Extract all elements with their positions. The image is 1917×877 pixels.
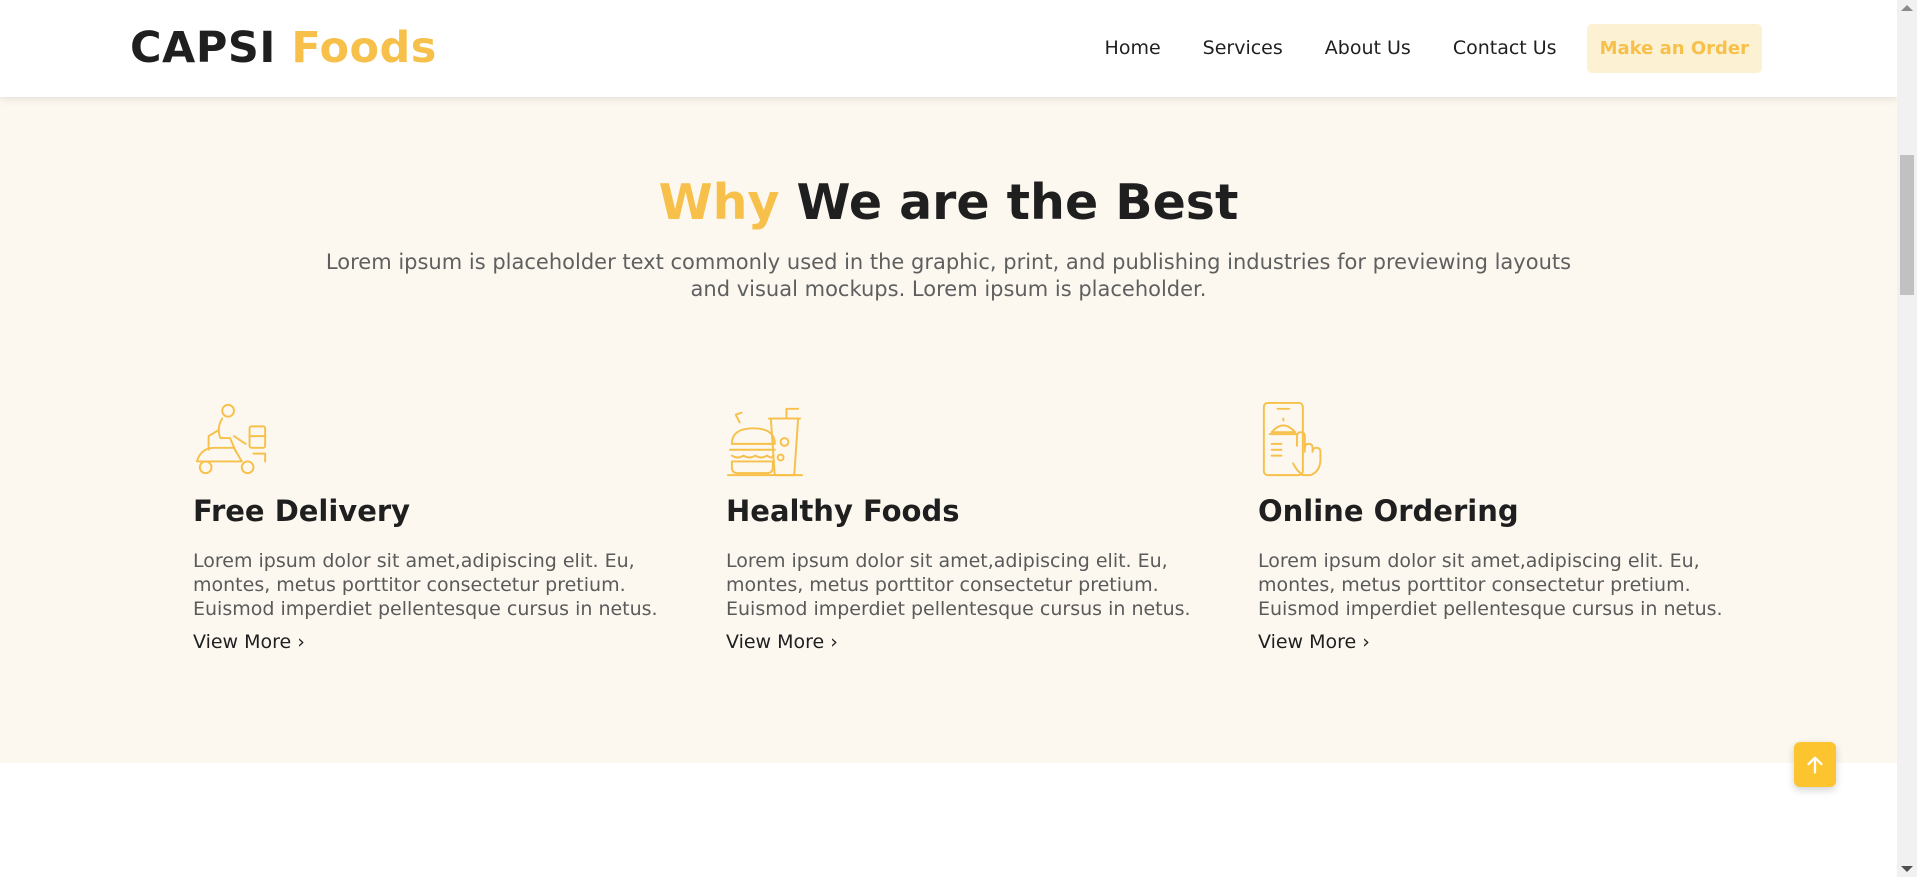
feature-card-healthy-foods: Healthy Foods Lorem ipsum dolor sit amet… — [726, 401, 1196, 653]
scroll-up-arrow-icon[interactable] — [1901, 5, 1913, 11]
feature-title: Healthy Foods — [726, 494, 960, 528]
section-title-rest: We are the Best — [796, 174, 1239, 231]
view-more-link[interactable]: View More › — [726, 631, 838, 653]
view-more-label: View More — [1258, 631, 1357, 653]
arrow-up-icon — [1807, 756, 1823, 773]
feature-card-online-ordering: Online Ordering Lorem ipsum dolor sit am… — [1258, 401, 1728, 653]
why-best-section: Why We are the Best Lorem ipsum is place… — [0, 97, 1897, 763]
view-more-link[interactable]: View More › — [193, 631, 305, 653]
brand-name: CAPSI — [130, 23, 276, 73]
page-scrollbar[interactable] — [1897, 0, 1917, 877]
nav-home[interactable]: Home — [1105, 37, 1161, 59]
nav-about-us[interactable]: About Us — [1325, 37, 1411, 59]
chevron-right-icon: › — [297, 631, 305, 653]
feature-text: Lorem ipsum dolor sit amet,adipiscing el… — [1258, 550, 1723, 620]
page: CAPSI Foods Home Services About Us Conta… — [0, 0, 1897, 877]
feature-text: Lorem ipsum dolor sit amet,adipiscing el… — [193, 550, 658, 620]
scrollbar-thumb[interactable] — [1900, 155, 1914, 295]
make-order-button[interactable]: Make an Order — [1586, 23, 1762, 73]
back-to-top-button[interactable] — [1794, 742, 1836, 787]
nav-services[interactable]: Services — [1203, 37, 1283, 59]
phone-order-icon — [1262, 401, 1322, 477]
view-more-label: View More — [193, 631, 292, 653]
view-more-label: View More — [726, 631, 825, 653]
feature-card-free-delivery: Free Delivery Lorem ipsum dolor sit amet… — [193, 401, 663, 653]
brand-logo[interactable]: CAPSI Foods — [130, 22, 437, 74]
view-more-link[interactable]: View More › — [1258, 631, 1370, 653]
section-title: Why We are the Best — [0, 173, 1897, 233]
main-nav: Home Services About Us Contact Us Make a… — [1063, 22, 1762, 74]
delivery-scooter-icon — [195, 403, 267, 475]
section-title-accent: Why — [658, 174, 780, 231]
scroll-down-arrow-icon[interactable] — [1901, 866, 1913, 872]
brand-accent: Foods — [291, 23, 437, 73]
feature-title: Online Ordering — [1258, 494, 1519, 528]
section-subtitle: Lorem ipsum is placeholder text commonly… — [325, 250, 1572, 301]
nav-contact-us[interactable]: Contact Us — [1453, 37, 1557, 59]
chevron-right-icon: › — [1362, 631, 1370, 653]
site-header: CAPSI Foods Home Services About Us Conta… — [0, 0, 1897, 97]
burger-drink-icon — [726, 407, 804, 477]
chevron-right-icon: › — [830, 631, 838, 653]
feature-text: Lorem ipsum dolor sit amet,adipiscing el… — [726, 550, 1191, 620]
feature-title: Free Delivery — [193, 494, 411, 528]
